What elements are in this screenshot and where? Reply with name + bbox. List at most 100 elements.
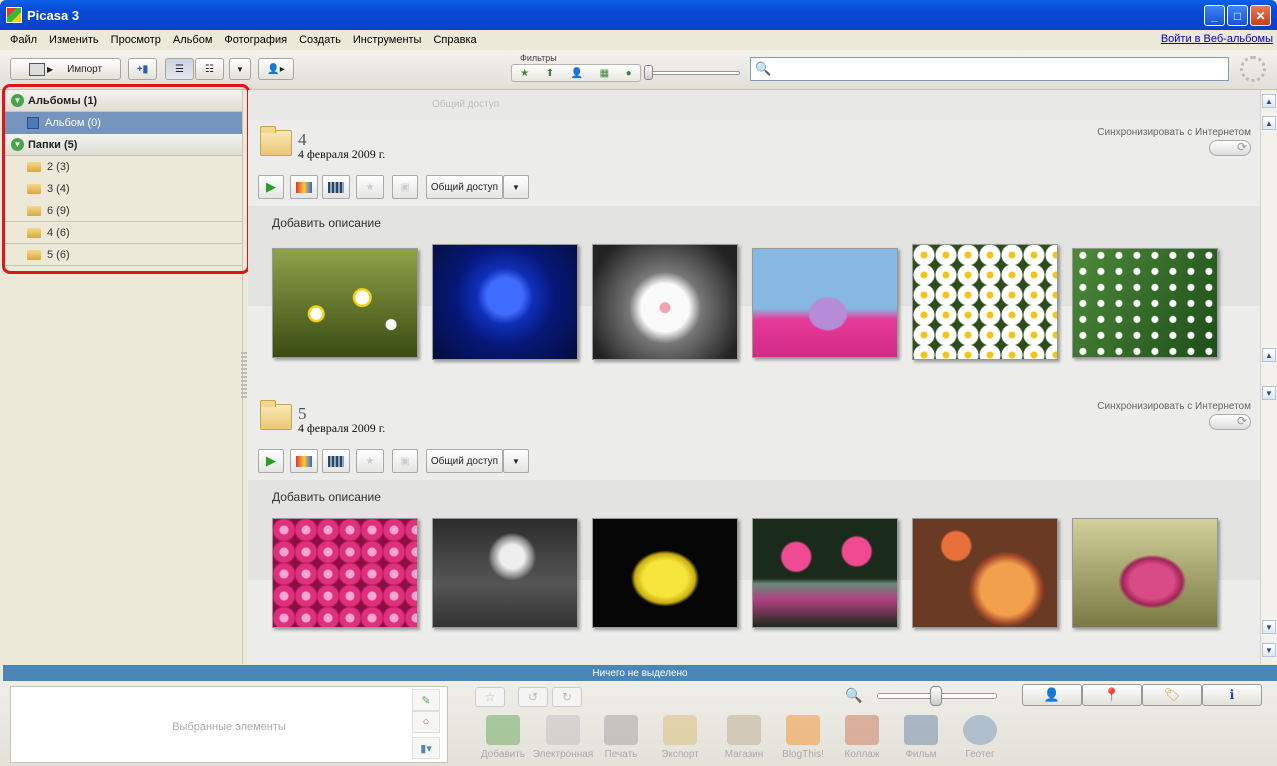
upload-filter-icon[interactable]: ⬆ bbox=[546, 68, 554, 79]
info-panel-button[interactable]: ℹ bbox=[1202, 684, 1262, 706]
movie-action[interactable]: Фильм bbox=[891, 715, 951, 760]
scroll-down-bottom-icon[interactable]: ▼ bbox=[1262, 643, 1276, 657]
share-dropdown-button[interactable]: ▼ bbox=[503, 175, 529, 199]
people-panel-button[interactable]: 👤 bbox=[1022, 684, 1082, 706]
import-button[interactable]: ▶ Импорт bbox=[10, 58, 121, 80]
collage-button[interactable] bbox=[290, 449, 318, 473]
share-button[interactable]: Общий доступ bbox=[426, 175, 503, 199]
folder-item[interactable]: 5 (6) bbox=[3, 244, 242, 266]
folders-section-header[interactable]: ▼ Папки (5) bbox=[3, 134, 242, 156]
date-filter-knob[interactable] bbox=[644, 65, 653, 80]
folder-item[interactable]: 2 (3) bbox=[3, 156, 242, 178]
scroll-page-up-icon[interactable]: ▲ bbox=[1262, 116, 1276, 130]
folder-item-label: 2 (3) bbox=[47, 161, 70, 173]
scroll-page-down-icon[interactable]: ▼ bbox=[1262, 620, 1276, 634]
hold-pin-icon[interactable]: ✎ bbox=[412, 689, 440, 711]
tray-star-button[interactable]: ☆ bbox=[475, 687, 505, 707]
star-button[interactable]: ★ bbox=[356, 449, 384, 473]
rotate-left-button[interactable]: ↺ bbox=[518, 687, 548, 707]
geotag-filter-icon[interactable]: ● bbox=[626, 68, 632, 79]
slideshow-button[interactable]: ▶ bbox=[258, 449, 284, 473]
upload-action[interactable]: Добавить bbox=[473, 715, 533, 760]
print-action[interactable]: Печать bbox=[591, 715, 651, 760]
tags-panel-button[interactable]: 🏷 bbox=[1142, 684, 1202, 706]
sync-toggle[interactable] bbox=[1209, 414, 1251, 430]
tree-view-button[interactable]: ☷ bbox=[195, 58, 224, 80]
people-button[interactable]: 👤▸ bbox=[258, 58, 294, 80]
menu-file[interactable]: Файл bbox=[4, 34, 43, 46]
photo-thumbnail[interactable] bbox=[592, 244, 738, 360]
folder-item[interactable]: 3 (4) bbox=[3, 178, 242, 200]
maximize-button[interactable]: □ bbox=[1227, 5, 1248, 26]
email-action[interactable]: Электронная почта bbox=[532, 715, 594, 761]
album-item[interactable]: Альбом (0) bbox=[3, 112, 242, 134]
expand-arrow-icon[interactable]: ▼ bbox=[11, 94, 24, 107]
search-input[interactable] bbox=[773, 60, 1223, 78]
menu-edit[interactable]: Изменить bbox=[43, 34, 105, 46]
menu-album[interactable]: Альбом bbox=[167, 34, 218, 46]
shop-action[interactable]: Магазин bbox=[714, 715, 774, 760]
person-filter-icon[interactable]: 👤 bbox=[571, 68, 583, 79]
photo-thumbnail[interactable] bbox=[1072, 248, 1218, 358]
menu-tools[interactable]: Инструменты bbox=[347, 34, 428, 46]
photo-thumbnail[interactable] bbox=[752, 248, 898, 358]
photo-thumbnail[interactable] bbox=[912, 518, 1058, 628]
photo-thumbnail[interactable] bbox=[272, 248, 418, 358]
panel-resize-grip[interactable] bbox=[241, 352, 247, 400]
minimize-button[interactable]: _ bbox=[1204, 5, 1225, 26]
collage-action[interactable]: Коллаж bbox=[832, 715, 892, 760]
vertical-scrollbar[interactable]: ▲ ▲ ▲ ▼ ▼ ▼ bbox=[1260, 90, 1277, 664]
movie-button[interactable] bbox=[322, 449, 350, 473]
scroll-up-icon[interactable]: ▲ bbox=[1262, 348, 1276, 362]
folder-item[interactable]: 6 (9) bbox=[3, 200, 242, 222]
movie-button[interactable] bbox=[322, 175, 350, 199]
expand-arrow-icon[interactable]: ▼ bbox=[11, 138, 24, 151]
rotate-right-button[interactable]: ↻ bbox=[552, 687, 582, 707]
places-panel-button[interactable]: 📍 bbox=[1082, 684, 1142, 706]
photo-thumbnail[interactable] bbox=[272, 518, 418, 628]
close-button[interactable]: ✕ bbox=[1250, 5, 1271, 26]
photo-thumbnail[interactable] bbox=[912, 244, 1058, 360]
albums-section-header[interactable]: ▼ Альбомы (1) bbox=[3, 90, 242, 112]
photo-thumbnail[interactable] bbox=[592, 518, 738, 628]
export-action[interactable]: Экспорт bbox=[650, 715, 710, 760]
geotag-action[interactable]: Геотег bbox=[950, 715, 1010, 760]
save-button[interactable]: ▣ bbox=[392, 175, 418, 199]
blogthis-action[interactable]: BlogThis! bbox=[773, 715, 833, 760]
view-dropdown-button[interactable]: ▼ bbox=[229, 58, 251, 80]
scroll-down-icon[interactable]: ▼ bbox=[1262, 386, 1276, 400]
clear-tray-icon[interactable]: ○ bbox=[412, 711, 440, 733]
photo-thumbnail[interactable] bbox=[1072, 518, 1218, 628]
add-album-button[interactable]: +▮ bbox=[128, 58, 157, 80]
thumbnail-zoom-knob[interactable] bbox=[930, 686, 942, 706]
add-to-album-icon[interactable]: ▮▾ bbox=[412, 737, 440, 759]
flat-view-button[interactable]: ☰ bbox=[165, 58, 194, 80]
add-album-icon: +▮ bbox=[136, 63, 149, 75]
photo-thumbnail[interactable] bbox=[432, 518, 578, 628]
folder-icon bbox=[27, 162, 41, 172]
save-button[interactable]: ▣ bbox=[392, 449, 418, 473]
share-button[interactable]: Общий доступ bbox=[426, 449, 503, 473]
menu-help[interactable]: Справка bbox=[427, 34, 482, 46]
star-filter-icon[interactable]: ★ bbox=[520, 68, 529, 79]
date-filter-slider[interactable] bbox=[646, 71, 740, 75]
sync-toggle[interactable] bbox=[1209, 140, 1251, 156]
collage-button[interactable] bbox=[290, 175, 318, 199]
menu-photo[interactable]: Фотография bbox=[218, 34, 293, 46]
share-dropdown-button[interactable]: ▼ bbox=[503, 449, 529, 473]
web-albums-link[interactable]: Войти в Веб-альбомы bbox=[1161, 33, 1273, 45]
menu-view[interactable]: Просмотр bbox=[105, 34, 167, 46]
scroll-up-top-icon[interactable]: ▲ bbox=[1262, 94, 1276, 108]
menu-create[interactable]: Создать bbox=[293, 34, 347, 46]
folder-item[interactable]: 4 (6) bbox=[3, 222, 242, 244]
add-caption-link[interactable]: Добавить описание bbox=[272, 490, 381, 504]
photo-thumbnail[interactable] bbox=[752, 518, 898, 628]
slideshow-button[interactable]: ▶ bbox=[258, 175, 284, 199]
star-button[interactable]: ★ bbox=[356, 175, 384, 199]
list-view-icon: ☰ bbox=[175, 63, 184, 75]
add-caption-link[interactable]: Добавить описание bbox=[272, 216, 381, 230]
video-filter-icon[interactable]: ▦ bbox=[600, 68, 609, 79]
photo-thumbnail[interactable] bbox=[432, 244, 578, 360]
albums-header-label: Альбомы (1) bbox=[28, 94, 98, 107]
folder-icon bbox=[27, 249, 41, 260]
